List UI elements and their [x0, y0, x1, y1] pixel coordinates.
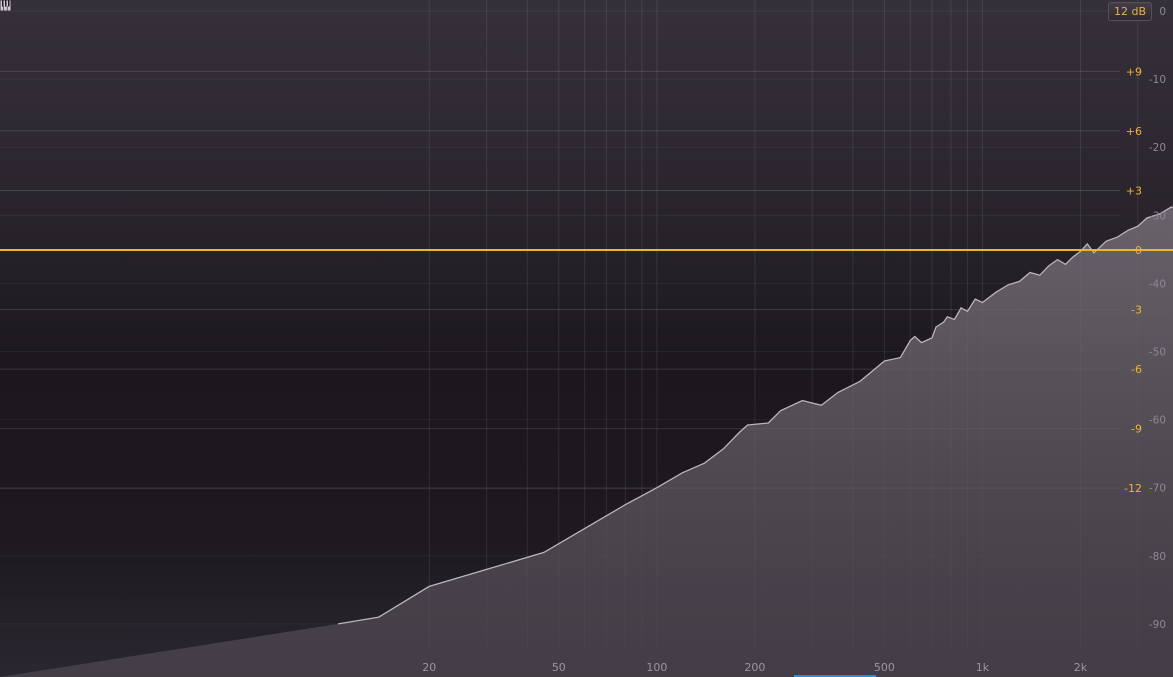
eq-scale-label: -12 [1124, 482, 1142, 495]
eq-scale-label: +3 [1126, 184, 1142, 197]
freq-label: 20 [422, 661, 436, 674]
display-range-button[interactable]: 12 dB [1108, 2, 1152, 21]
eq-scale-label: +6 [1126, 125, 1142, 138]
freq-label: 2k [1074, 661, 1088, 674]
spectrum-scale-label: -80 [1149, 551, 1166, 563]
eq-scale-label: +9 [1126, 65, 1142, 78]
spectrum-scale-label: -20 [1149, 142, 1166, 154]
freq-label: 500 [874, 661, 895, 674]
freq-label: 100 [646, 661, 667, 674]
spectrum-analyzer-display[interactable]: 20501002005001k2k5k10k20k+9+6+30-3-6-9-1… [0, 0, 1173, 677]
piano-keyboard-icon[interactable] [0, 0, 11, 11]
spectrum-scale-label: -40 [1149, 278, 1166, 290]
freq-label: 200 [744, 661, 765, 674]
freq-label: 1k [976, 661, 990, 674]
spectrum-scale-label: -70 [1149, 483, 1166, 495]
spectrum-scale-label: -30 [1149, 210, 1166, 222]
spectrum-scale-label: -90 [1149, 619, 1166, 631]
eq-scale-label: 0 [1135, 244, 1142, 257]
eq-scale-label: -9 [1131, 423, 1142, 436]
spectrum-scale-label: 0 [1159, 6, 1166, 18]
scale-labels: 20501002005001k2k5k10k20k+9+6+30-3-6-9-1… [422, 6, 1166, 674]
freq-label: 50 [552, 661, 566, 674]
spectrum-scale-label: -10 [1149, 74, 1166, 86]
eq-scale-label: -3 [1131, 304, 1142, 317]
eq-scale-label: -6 [1131, 363, 1142, 376]
spectrum-scale-label: -50 [1149, 347, 1166, 359]
spectrum-scale-label: -60 [1149, 415, 1166, 427]
